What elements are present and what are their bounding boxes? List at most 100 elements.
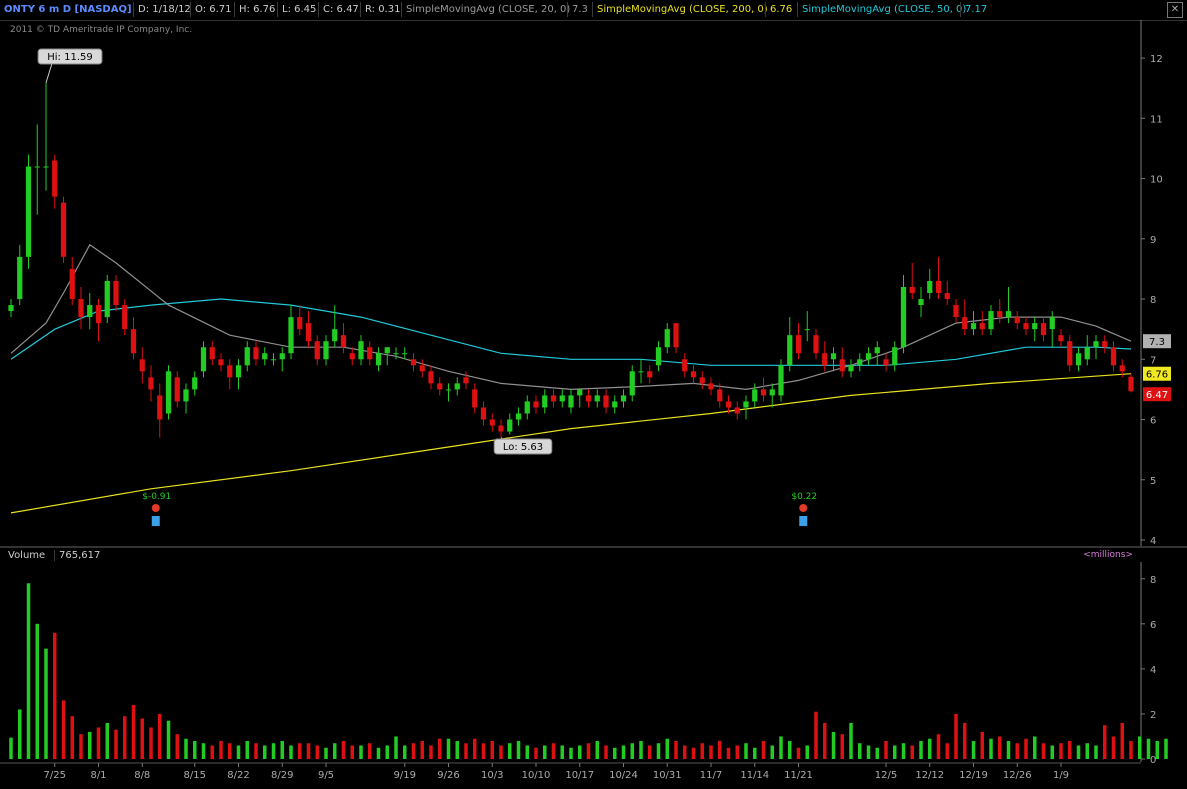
volume-bar: [184, 738, 188, 759]
volume-bar: [1129, 740, 1133, 759]
volume-bar: [709, 745, 713, 759]
candle: [69, 256, 75, 306]
volume-bar: [44, 648, 48, 759]
candle: [1040, 317, 1047, 342]
candle: [174, 371, 180, 408]
volume-bar: [429, 745, 433, 759]
candle-body: [962, 317, 968, 330]
candle: [612, 395, 618, 414]
x-tick-label: 8/1: [90, 770, 106, 781]
candle: [997, 299, 1003, 324]
volume-bar: [744, 743, 748, 759]
candle-body: [402, 353, 408, 355]
x-tick-label: 9/5: [318, 770, 334, 781]
volume-bar: [586, 743, 591, 759]
candle: [865, 347, 872, 366]
x-tick-label: 10/17: [565, 770, 594, 781]
x-tick-label: 12/5: [875, 770, 897, 781]
candle-body: [559, 395, 565, 402]
hi-callout: Hi: 11.59: [37, 48, 103, 65]
volume-bar: [131, 704, 136, 759]
candle: [577, 389, 583, 408]
volume-bar: [1155, 740, 1159, 759]
volume-bar: [271, 743, 276, 759]
candle: [638, 359, 644, 384]
candle: [428, 365, 434, 390]
candle: [682, 353, 688, 378]
candle: [542, 389, 548, 414]
sma200-badge-text: 6.76: [1146, 370, 1168, 381]
volume-bar: [438, 738, 442, 759]
candle: [104, 274, 110, 324]
volume-bar: [175, 734, 179, 759]
candle-body: [104, 280, 110, 318]
volume-chart[interactable]: 02468: [0, 562, 1187, 789]
candle: [375, 347, 382, 372]
volume-bar: [490, 740, 494, 759]
volume-bar: [61, 700, 66, 759]
hi-callout-text: Hi: 11.59: [47, 52, 92, 63]
lo-callout-text: Lo: 5.63: [503, 442, 543, 453]
volume-bar: [1059, 743, 1063, 759]
candle-body: [454, 383, 460, 390]
candle-body: [340, 335, 347, 348]
candle-body: [498, 425, 504, 432]
volume-bar: [718, 740, 722, 759]
candle-body: [297, 317, 303, 330]
candle-body: [375, 353, 382, 366]
volume-bar: [236, 745, 241, 759]
volume-bar: [1138, 736, 1142, 759]
last-price-badge: 6.47: [1143, 387, 1171, 402]
candle: [1067, 335, 1073, 372]
x-tick-label: 11/14: [740, 770, 769, 781]
candle-body: [428, 371, 434, 384]
volume-bar: [1111, 736, 1116, 759]
volume-bar: [639, 740, 643, 759]
candle: [410, 353, 417, 372]
volume-bar: [289, 745, 293, 759]
candle-body: [944, 293, 950, 300]
candle-body: [550, 395, 557, 402]
candle-body: [139, 359, 145, 372]
volume-bar: [875, 747, 879, 759]
candle-body: [813, 335, 819, 354]
volume-bar: [753, 747, 757, 759]
volume-bar: [473, 738, 477, 759]
price-tick-label: 7: [1150, 355, 1156, 366]
candle: [437, 377, 443, 396]
candle-body: [472, 389, 478, 408]
candle-body: [979, 323, 985, 330]
candle: [244, 341, 250, 372]
candle: [200, 341, 207, 378]
volume-bar: [359, 745, 363, 759]
candle: [139, 347, 145, 384]
candle: [262, 347, 268, 366]
volume-bar: [105, 722, 109, 759]
candle: [813, 329, 819, 360]
candle: [454, 377, 460, 396]
price-chart[interactable]: 4 5 6 7 8 9 10 11 12 Hi: 11.59 Lo: 5.63 $-0.91 $0.22…: [0, 0, 1187, 546]
candle-body: [262, 353, 268, 360]
candle-body: [778, 365, 784, 396]
candle-body: [358, 341, 364, 360]
candle-body: [1075, 353, 1082, 366]
candle: [927, 268, 933, 300]
candle: [900, 274, 907, 354]
candle-body: [279, 353, 285, 360]
volume-bar: [88, 731, 92, 759]
volume-bar: [1024, 738, 1028, 759]
candle-body: [1110, 347, 1117, 366]
candle: [1032, 317, 1038, 342]
candle-body: [804, 329, 810, 331]
volume-bar: [971, 740, 976, 759]
x-tick-label: 8/29: [271, 770, 293, 781]
volume-bar: [333, 743, 337, 759]
candle-body: [410, 359, 417, 366]
candle-body: [384, 347, 390, 354]
candle: [883, 353, 889, 372]
price-tick-label: 6: [1150, 416, 1156, 427]
candle-body: [87, 305, 93, 318]
candle-body: [673, 323, 679, 348]
volume-bar: [1164, 738, 1168, 759]
candle-body: [1040, 323, 1047, 336]
